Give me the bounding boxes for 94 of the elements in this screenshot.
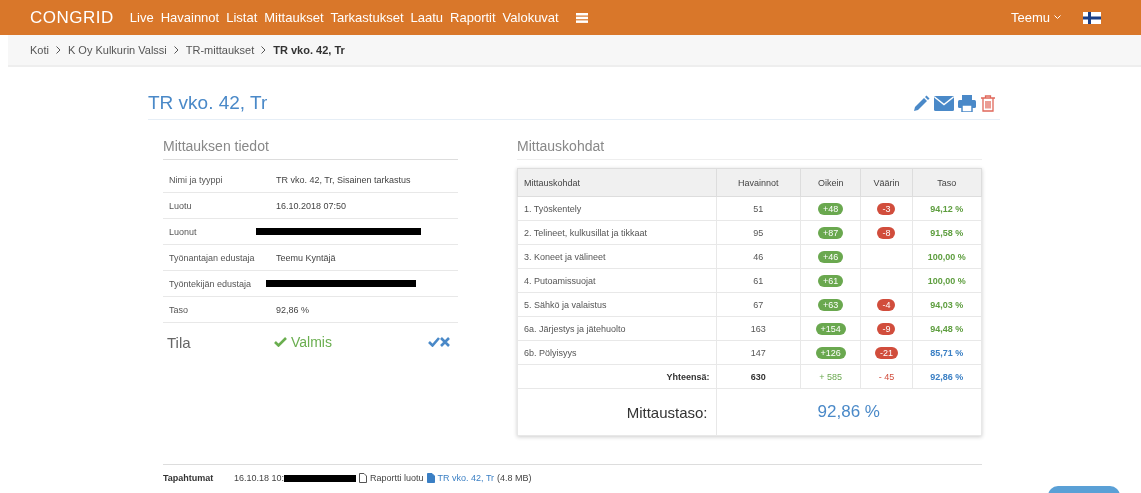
list-icon[interactable]: [575, 12, 588, 23]
check-icon[interactable]: [428, 337, 440, 347]
close-icon[interactable]: [440, 337, 450, 347]
file-size: (4.8 MB): [497, 473, 532, 483]
event-time: 16.10.18 10:: [234, 473, 285, 483]
nav-link[interactable]: Laatu: [410, 10, 444, 25]
flag-icon[interactable]: [1083, 11, 1101, 24]
column-header: Väärin: [860, 168, 912, 197]
events-label: Tapahtumat: [163, 473, 215, 483]
field-label: Taso: [169, 304, 189, 315]
nav-link[interactable]: Tarkastukset: [330, 10, 404, 25]
column-header: Oikein: [800, 168, 861, 197]
table-cell: 2. Telineet, kulkusillat ja tikkaat: [517, 220, 717, 245]
table-cell: 630: [716, 364, 801, 389]
pencil-icon[interactable]: [913, 94, 930, 112]
table-cell: 46: [716, 244, 801, 269]
count-badge: -4: [877, 298, 896, 311]
table-cell: 100,00 %: [912, 244, 982, 269]
count-badge: -8: [877, 226, 896, 239]
chevron-icon: [173, 46, 179, 54]
field-value: 92,86 %: [276, 304, 310, 315]
chevron-icon: [55, 46, 61, 54]
column-header: Taso: [912, 168, 982, 197]
event-text: Raportti luotu: [370, 473, 424, 483]
chevron-icon: [261, 46, 267, 54]
nav-link[interactable]: Live: [129, 10, 154, 25]
table-cell: 4. Putoamissuojat: [517, 268, 717, 293]
table-cell: 51: [716, 196, 801, 221]
file-link[interactable]: TR vko. 42, Tr: [437, 473, 495, 483]
count-badge: +87: [818, 226, 844, 239]
field-value: Teemu Kyntäjä: [276, 252, 336, 263]
mail-icon[interactable]: [934, 95, 954, 111]
count-badge: -21: [874, 346, 898, 359]
section-heading: Mittauksen tiedot: [163, 138, 458, 160]
page-title: TR vko. 42, Tr: [148, 92, 268, 114]
count-badge: +126: [815, 346, 846, 359]
breadcrumb-link[interactable]: TR-mittaukset: [185, 44, 255, 56]
score-label: Mittaustaso:: [517, 388, 717, 436]
section-heading: Mittauskohdat: [517, 138, 982, 160]
table-cell: 61: [716, 268, 801, 293]
score-value: 92,86 %: [716, 388, 982, 436]
count-badge: +63: [818, 298, 844, 311]
column-header: Havainnot: [716, 168, 801, 197]
nav-link[interactable]: Mittaukset: [264, 10, 324, 25]
count-badge: +46: [818, 250, 844, 263]
table-cell: 85,71 %: [912, 340, 982, 365]
caret-icon: [1054, 15, 1061, 20]
table-cell: 94,48 %: [912, 316, 982, 341]
table-cell: 91,58 %: [912, 220, 982, 245]
breadcrumb-link[interactable]: Koti: [30, 44, 49, 56]
field-value: TR vko. 42, Tr, Sisainen tarkastus: [276, 174, 411, 185]
breadcrumb-link[interactable]: K Oy Kulkurin Valssi: [67, 44, 167, 56]
table-cell: 100,00 %: [912, 268, 982, 293]
table-cell: 1. Työskentely: [517, 196, 717, 221]
table-cell: 163: [716, 316, 801, 341]
count-badge: +48: [818, 202, 844, 215]
trash-icon[interactable]: [980, 94, 996, 112]
status-value: Valmis: [291, 334, 332, 350]
table-cell: - 45: [860, 364, 912, 389]
file-icon: [426, 473, 435, 483]
print-icon[interactable]: [958, 94, 976, 112]
status-label: Tila: [167, 333, 192, 351]
breadcrumb-link[interactable]: TR vko. 42, Tr: [273, 44, 345, 56]
nav-link[interactable]: Raportit: [450, 10, 496, 25]
column-header: Mittauskohdat: [517, 168, 717, 197]
field-label: Työnantajan edustaja: [169, 252, 256, 263]
table-cell: 6a. Järjestys ja jätehuolto: [517, 316, 717, 341]
count-badge: +154: [815, 322, 846, 335]
table-cell: 94,12 %: [912, 196, 982, 221]
total-label: Yhteensä:: [517, 364, 717, 389]
table-cell: + 585: [800, 364, 861, 389]
nav-link[interactable]: Valokuvat: [502, 10, 559, 25]
table-cell: 6b. Pölyisyys: [517, 340, 717, 365]
check-icon: [274, 337, 287, 347]
table-cell: 94,03 %: [912, 292, 982, 317]
field-label: Luonut: [169, 226, 198, 237]
field-value: 16.10.2018 07:50: [276, 200, 347, 211]
field-label: Luotu: [169, 200, 193, 211]
nav-link[interactable]: Havainnot: [160, 10, 220, 25]
file-icon: [359, 473, 368, 483]
nav-link[interactable]: Listat: [226, 10, 258, 25]
user-menu[interactable]: Teemu: [1010, 10, 1061, 25]
table-cell: 92,86 %: [912, 364, 982, 389]
table-cell: 5. Sähkö ja valaistus: [517, 292, 717, 317]
table-cell: 95: [716, 220, 801, 245]
field-label: Nimi ja tyyppi: [169, 174, 224, 185]
logo[interactable]: CONGRID: [30, 7, 114, 28]
count-badge: -3: [877, 202, 896, 215]
table-cell: 3. Koneet ja välineet: [517, 244, 717, 269]
count-badge: -9: [877, 322, 896, 335]
table-cell: 147: [716, 340, 801, 365]
field-label: Työntekijän edustaja: [169, 278, 253, 289]
table-cell: 67: [716, 292, 801, 317]
count-badge: +61: [818, 274, 844, 287]
